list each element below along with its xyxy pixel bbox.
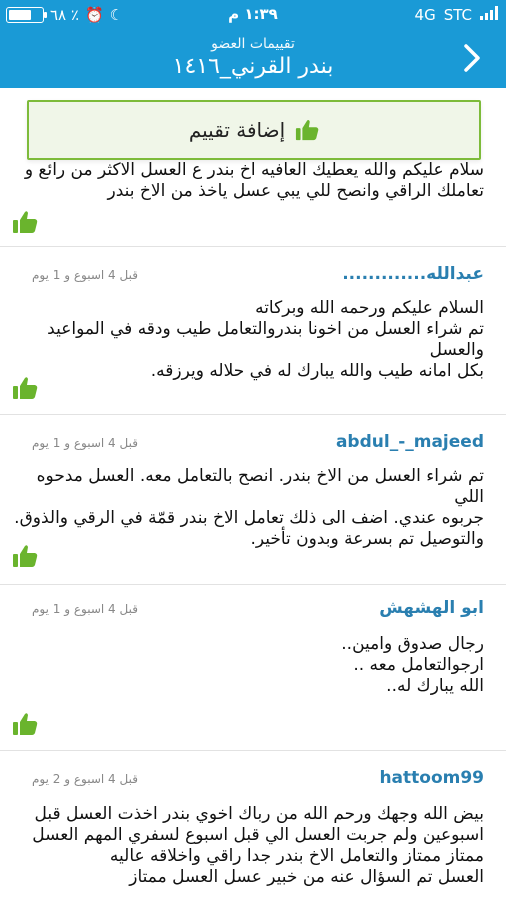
signal-icon	[480, 6, 498, 24]
add-rating-button[interactable]: إضافة تقييم	[27, 100, 481, 160]
status-bar: ٦٨ ٪ ⏰ ☾ ١:٣٩ م 4G STC	[0, 0, 506, 30]
review-body: بيض الله وجهك ورحم الله من رباك اخوي بند…	[32, 804, 484, 887]
reviewer-name[interactable]: abdul_-_majeed	[336, 432, 484, 452]
app-header: تقييمات العضو بندر القرني_١٤١٦	[0, 30, 506, 88]
review-body: تم شراء العسل من الاخ بندر. انصح بالتعام…	[14, 466, 484, 549]
chevron-right-icon[interactable]	[456, 42, 488, 74]
network-type: 4G	[414, 6, 436, 24]
review-date: قبل 4 اسبوع و 1 يوم	[32, 436, 138, 450]
review-item: abdul_-_majeed قبل 4 اسبوع و 1 يوم تم شر…	[0, 424, 506, 585]
review-item: hattoom99 قبل 4 اسبوع و 2 يوم بيض الله و…	[0, 760, 506, 910]
header-subtitle: تقييمات العضو	[211, 36, 295, 52]
thumbs-up-icon[interactable]	[12, 376, 38, 404]
status-right: 4G STC	[415, 6, 498, 24]
carrier-name: STC	[443, 6, 472, 24]
review-body: رجال صدوق وامين.. ارجوالتعامل معه .. الل…	[341, 634, 484, 696]
review-date: قبل 4 اسبوع و 2 يوم	[32, 772, 138, 786]
thumbs-up-icon[interactable]	[12, 544, 38, 572]
add-rating-label: إضافة تقييم	[188, 118, 286, 142]
review-body: السلام عليكم ورحمه الله وبركاته تم شراء …	[47, 298, 484, 381]
reviewer-name[interactable]: ابو الهشهش	[379, 598, 484, 618]
review-date: قبل 4 اسبوع و 1 يوم	[32, 268, 138, 282]
header-title: بندر القرني_١٤١٦	[172, 54, 334, 79]
thumbs-up-icon	[295, 118, 319, 142]
review-item: عبدالله............. قبل 4 اسبوع و 1 يوم…	[0, 256, 506, 415]
thumbs-up-icon[interactable]	[12, 210, 38, 238]
divider	[0, 246, 506, 247]
reviewer-name[interactable]: hattoom99	[379, 768, 484, 788]
review-body: سلام عليكم والله يعطيك العافيه اخ بندر ع…	[24, 160, 484, 201]
header-titles: تقييمات العضو بندر القرني_١٤١٦	[0, 36, 506, 79]
review-item: ابو الهشهش قبل 4 اسبوع و 1 يوم رجال صدوق…	[0, 590, 506, 751]
review-date: قبل 4 اسبوع و 1 يوم	[32, 602, 138, 616]
reviewer-name[interactable]: عبدالله.............	[342, 264, 484, 284]
thumbs-up-icon[interactable]	[12, 712, 38, 740]
